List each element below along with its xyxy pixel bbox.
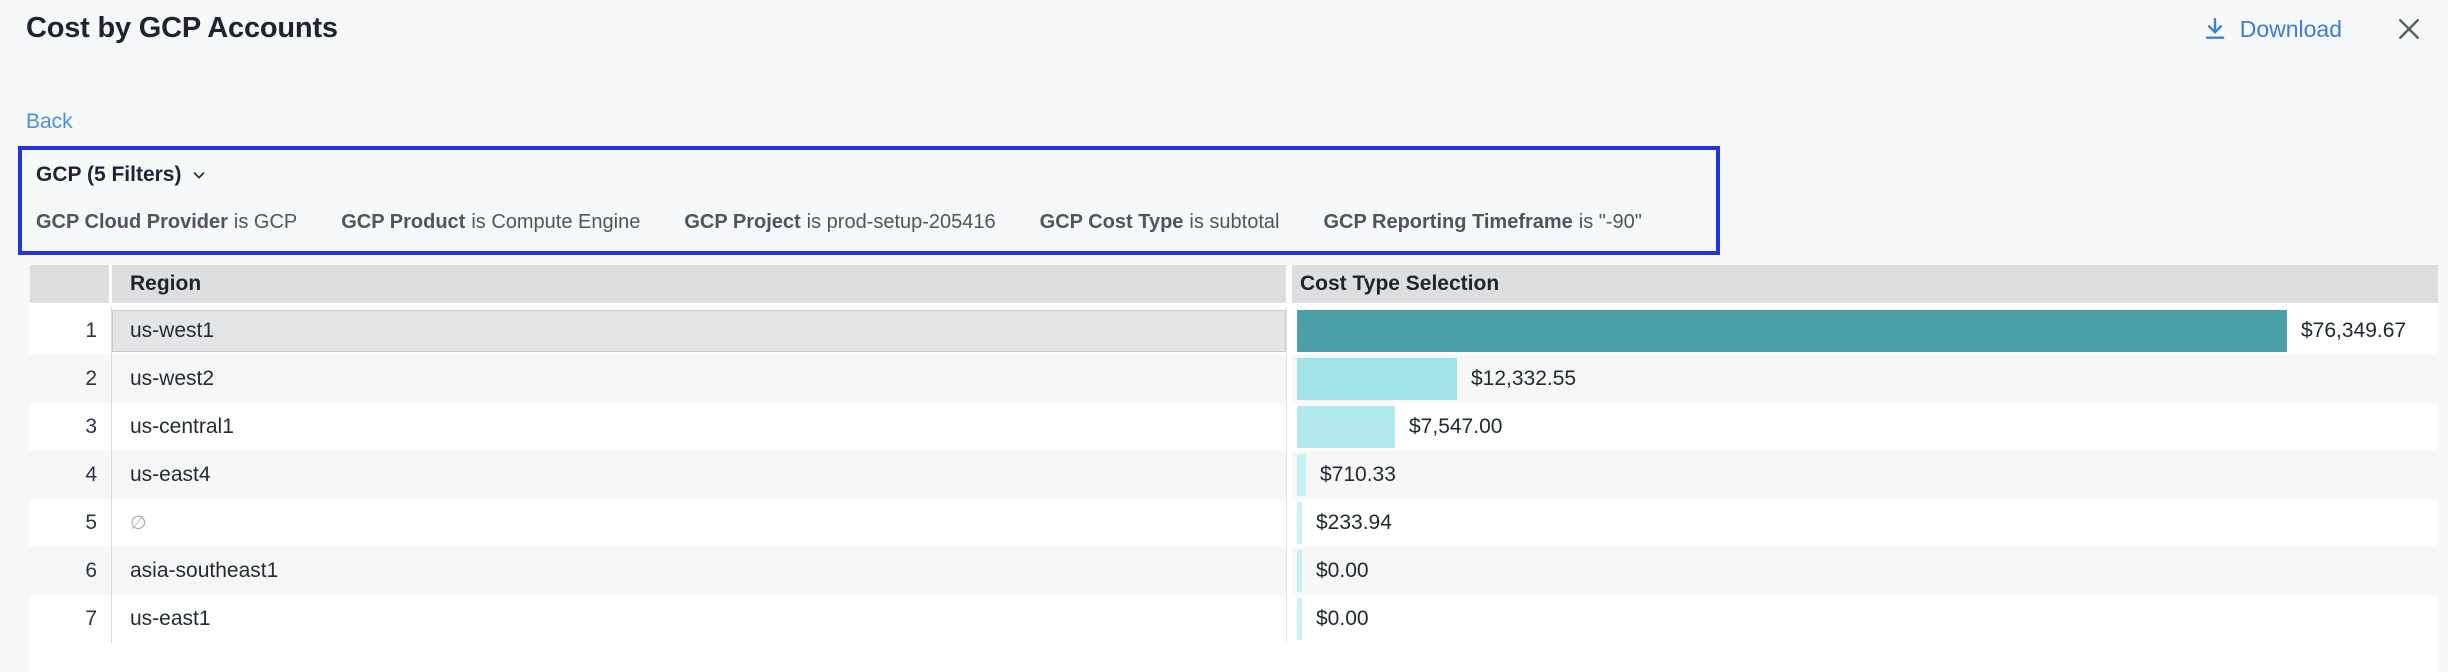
region-cell[interactable]: us-east1 [112, 595, 1286, 643]
cost-value: $7,547.00 [1409, 415, 1502, 439]
cost-cell: $710.33 [1292, 451, 2438, 499]
download-label: Download [2240, 16, 2342, 43]
cost-value: $76,349.67 [2301, 319, 2406, 343]
table-row[interactable]: 1 us-west1 $76,349.67 [30, 307, 2438, 355]
filter-name: GCP Cost Type [1040, 211, 1184, 233]
filter-condition: is Compute Engine [471, 211, 640, 233]
back-link[interactable]: Back [26, 110, 73, 134]
filter-item: GCP Product is Compute Engine [341, 211, 640, 234]
close-button[interactable] [2394, 14, 2424, 44]
chevron-down-icon [190, 166, 208, 184]
filter-group-label: GCP (5 Filters) [36, 163, 181, 187]
cost-report-panel: Cost by GCP Accounts Download Back GCP (… [0, 0, 2448, 672]
row-index: 2 [30, 355, 112, 403]
region-cell[interactable]: us-west1 [112, 307, 1286, 355]
row-index: 4 [30, 451, 112, 499]
filter-name: GCP Reporting Timeframe [1323, 211, 1572, 233]
filter-panel: GCP (5 Filters) GCP Cloud Provider is GCP… [18, 146, 1720, 255]
top-actions: Download [2202, 14, 2424, 44]
cost-cell: $12,332.55 [1292, 355, 2438, 403]
close-icon [2394, 14, 2424, 44]
table-row[interactable]: 4 us-east4 $710.33 [30, 451, 2438, 499]
row-index: 7 [30, 595, 112, 643]
cost-cell: $233.94 [1292, 499, 2438, 547]
filter-item: GCP Reporting Timeframe is "-90" [1323, 211, 1641, 234]
cost-bar[interactable] [1297, 358, 1457, 400]
cost-bar[interactable] [1297, 502, 1302, 544]
cost-bar[interactable] [1297, 550, 1302, 592]
table-row[interactable]: 7 us-east1 $0.00 [30, 595, 2438, 643]
region-label: us-east4 [112, 451, 1286, 499]
region-cell[interactable]: us-east4 [112, 451, 1286, 499]
cost-value: $0.00 [1316, 607, 1369, 631]
filter-item: GCP Cost Typeis subtotal [1040, 211, 1280, 234]
table-row[interactable]: 6 asia-southeast1 $0.00 [30, 547, 2438, 595]
filter-name: GCP Project [684, 211, 800, 233]
filter-list: GCP Cloud Provider is GCP GCP Product is Co… [36, 211, 1700, 234]
download-icon [2202, 16, 2228, 42]
region-label: us-west2 [112, 355, 1286, 403]
filter-name: GCP Cloud Provider [36, 211, 228, 233]
column-header-cost[interactable]: Cost Type Selection [1292, 265, 2438, 303]
region-label: asia-southeast1 [112, 547, 1286, 595]
cost-value: $0.00 [1316, 559, 1369, 583]
region-cell[interactable]: us-west2 [112, 355, 1286, 403]
cost-cell: $0.00 [1292, 595, 2438, 643]
cost-value: $710.33 [1320, 463, 1396, 487]
table-body: 1 us-west1 $76,349.67 2 us-west2 $12,332… [30, 307, 2438, 643]
filter-condition: is prod-setup-205416 [807, 211, 996, 233]
cost-value: $12,332.55 [1471, 367, 1576, 391]
cost-table: Region Cost Type Selection 1 us-west1 $7… [30, 265, 2438, 672]
table-header: Region Cost Type Selection [30, 265, 2438, 303]
cost-bar[interactable] [1297, 310, 2287, 352]
filter-name: GCP Product [341, 211, 465, 233]
row-index: 1 [30, 307, 112, 355]
filter-item: GCP Cloud Provider is GCP [36, 211, 297, 234]
region-label: us-central1 [112, 403, 1286, 451]
cost-value: $233.94 [1316, 511, 1392, 535]
cost-bar[interactable] [1297, 454, 1306, 496]
filter-item: GCP Project is prod-setup-205416 [684, 211, 995, 234]
table-row[interactable]: 2 us-west2 $12,332.55 [30, 355, 2438, 403]
region-cell[interactable]: ∅ [112, 499, 1286, 547]
page-title: Cost by GCP Accounts [26, 12, 338, 45]
region-cell[interactable]: us-central1 [112, 403, 1286, 451]
cost-cell: $76,349.67 [1292, 307, 2438, 355]
table-row[interactable]: 5 ∅ $233.94 [30, 499, 2438, 547]
region-cell[interactable]: asia-southeast1 [112, 547, 1286, 595]
region-label: us-east1 [112, 595, 1286, 643]
filter-condition: is "-90" [1579, 211, 1642, 233]
cost-bar[interactable] [1297, 406, 1395, 448]
filter-condition: is subtotal [1189, 211, 1279, 233]
row-index: 5 [30, 499, 112, 547]
table-row[interactable]: 3 us-central1 $7,547.00 [30, 403, 2438, 451]
cost-cell: $7,547.00 [1292, 403, 2438, 451]
cost-bar[interactable] [1297, 598, 1302, 640]
filter-condition: is GCP [234, 211, 297, 233]
region-label: ∅ [112, 499, 1286, 547]
download-button[interactable]: Download [2202, 16, 2342, 43]
column-header-index [30, 265, 112, 303]
row-index: 3 [30, 403, 112, 451]
filter-group-toggle[interactable]: GCP (5 Filters) [36, 163, 208, 187]
cost-cell: $0.00 [1292, 547, 2438, 595]
column-header-region[interactable]: Region [112, 265, 1286, 303]
row-index: 6 [30, 547, 112, 595]
region-label: us-west1 [112, 310, 1286, 352]
